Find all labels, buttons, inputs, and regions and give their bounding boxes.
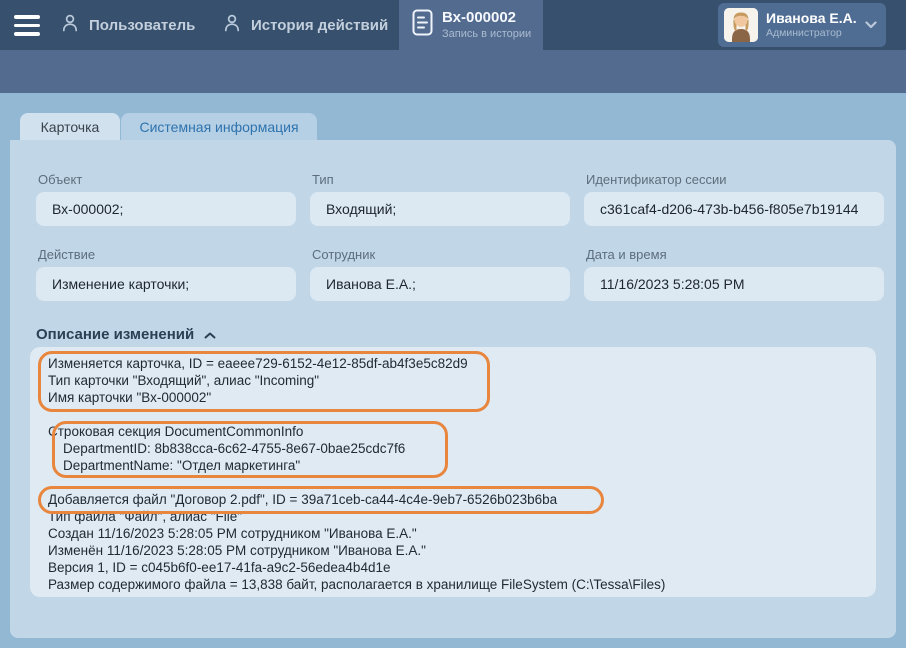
description-line [48, 474, 876, 491]
person-icon [222, 13, 242, 37]
toolbar-strip [0, 50, 906, 93]
description-line: Добавляется файл "Договор 2.pdf", ID = 3… [48, 491, 876, 508]
active-tab-text: Вх-000002 Запись в истории [442, 10, 531, 41]
description-line: DepartmentName: "Отдел маркетинга" [48, 457, 876, 474]
hamburger-bar [14, 24, 40, 28]
description-line: Тип файла "Файл", алиас "File" [48, 508, 876, 525]
field-session-id: Идентификатор сессии c361caf4-d206-473b-… [584, 172, 884, 226]
datetime-input[interactable]: 11/16/2023 5:28:05 PM [584, 267, 884, 301]
tab-card-label: Карточка [41, 119, 100, 135]
user-name: Иванова Е.А. [766, 11, 857, 26]
description-line [48, 406, 876, 423]
field-datetime: Дата и время 11/16/2023 5:28:05 PM [584, 247, 884, 301]
action-input[interactable]: Изменение карточки; [36, 267, 296, 301]
top-bar: Пользователь История действий Вх-000002 … [0, 0, 906, 50]
field-employee: Сотрудник Иванова Е.А.; [310, 247, 570, 301]
hamburger-menu-icon[interactable] [14, 15, 40, 36]
hamburger-bar [14, 15, 40, 19]
description-line: Изменён 11/16/2023 5:28:05 PM сотруднико… [48, 542, 876, 559]
avatar [724, 8, 758, 42]
tab-system-info[interactable]: Системная информация [121, 113, 317, 140]
topbar-tab-user[interactable]: Пользователь [60, 0, 195, 50]
field-label: Сотрудник [312, 247, 570, 262]
field-type: Тип Входящий; [310, 172, 570, 226]
changes-section-toggle[interactable]: Описание изменений [36, 326, 216, 343]
card-tabs: Карточка Системная информация [20, 113, 317, 140]
employee-input[interactable]: Иванова Е.А.; [310, 267, 570, 301]
tab-system-info-label: Системная информация [139, 119, 298, 135]
user-role: Администратор [766, 28, 857, 40]
person-icon [60, 13, 80, 37]
description-line: Версия 1, ID = c045b6f0-ee17-41fa-a9c2-5… [48, 559, 876, 576]
session-id-input[interactable]: c361caf4-d206-473b-b456-f805e7b19144 [584, 192, 884, 226]
topbar-tab-label: Пользователь [89, 17, 195, 34]
topbar-tab-active-record[interactable]: Вх-000002 Запись в истории [399, 0, 543, 50]
topbar-tab-label: История действий [251, 17, 388, 34]
tab-card[interactable]: Карточка [20, 113, 120, 140]
fields-grid: Объект Вх-000002; Тип Входящий; Идентифи… [36, 172, 884, 301]
chevron-down-icon [865, 16, 877, 34]
description-line: DepartmentID: 8b838cca-6c62-4755-8e67-0b… [48, 440, 876, 457]
active-tab-title: Вх-000002 [442, 10, 531, 27]
description-line: Имя карточки "Вх-000002" [48, 389, 876, 406]
section-title: Описание изменений [36, 326, 194, 343]
active-tab-subtitle: Запись в истории [442, 28, 531, 40]
document-icon [412, 9, 433, 41]
description-line: Изменяется карточка, ID = eaeee729-6152-… [48, 355, 876, 372]
card-panel: Объект Вх-000002; Тип Входящий; Идентифи… [10, 140, 896, 638]
description-line: Размер содержимого файла = 13,838 байт, … [48, 576, 876, 593]
field-label: Дата и время [586, 247, 884, 262]
field-action: Действие Изменение карточки; [36, 247, 296, 301]
description-line: Строковая секция DocumentCommonInfo [48, 423, 876, 440]
field-label: Тип [312, 172, 570, 187]
hamburger-bar [14, 32, 40, 36]
description-textarea[interactable]: Изменяется карточка, ID = eaeee729-6152-… [30, 347, 876, 597]
object-input[interactable]: Вх-000002; [36, 192, 296, 226]
app-window: Пользователь История действий Вх-000002 … [0, 0, 906, 648]
field-label: Действие [38, 247, 296, 262]
type-input[interactable]: Входящий; [310, 192, 570, 226]
description-line: Тип карточки "Входящий", алиас "Incoming… [48, 372, 876, 389]
field-object: Объект Вх-000002; [36, 172, 296, 226]
topbar-tab-action-history[interactable]: История действий [222, 0, 388, 50]
field-label: Идентификатор сессии [586, 172, 884, 187]
chevron-up-icon [204, 326, 216, 343]
description-line: Создан 11/16/2023 5:28:05 PM сотрудником… [48, 525, 876, 542]
field-label: Объект [38, 172, 296, 187]
user-menu-button[interactable]: Иванова Е.А. Администратор [718, 3, 886, 47]
user-text: Иванова Е.А. Администратор [766, 11, 857, 40]
